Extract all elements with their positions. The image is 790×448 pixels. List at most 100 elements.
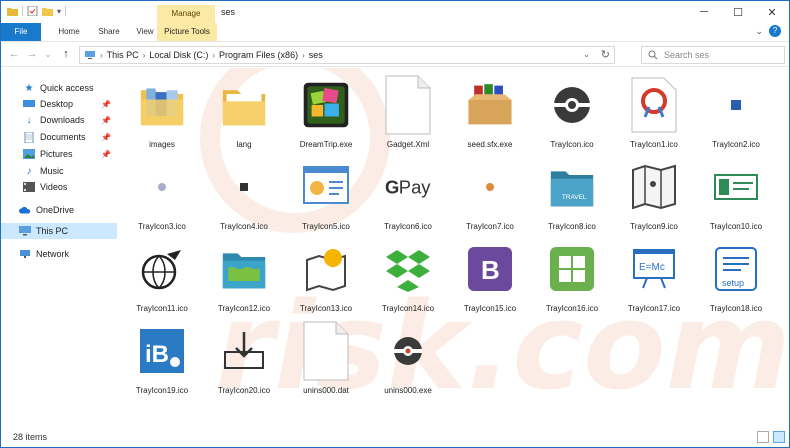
svg-text:E=Mc: E=Mc	[639, 262, 665, 273]
file-item[interactable]: TrayIcon7.ico	[449, 152, 531, 234]
pin-icon[interactable]: 📌	[101, 116, 111, 125]
minimize-button[interactable]: ─	[687, 1, 721, 23]
file-name: TrayIcon15.ico	[463, 304, 517, 313]
sidebar-item-quick-access[interactable]: ★ Quick access	[1, 80, 117, 96]
file-item[interactable]: TrayIcon16.ico	[531, 234, 613, 316]
file-name: TrayIcon19.ico	[135, 386, 189, 395]
computer-icon	[19, 226, 31, 237]
file-name: unins000.dat	[303, 386, 349, 395]
manage-tab[interactable]: Manage	[157, 5, 215, 23]
file-name: DreamTrip.exe	[299, 140, 353, 149]
file-item[interactable]: TRAVEL TrayIcon8.ico	[531, 152, 613, 234]
back-button[interactable]: ←	[7, 48, 21, 60]
file-item[interactable]: TrayIcon3.ico	[121, 152, 203, 234]
recent-locations-button[interactable]: ⌄	[41, 49, 55, 60]
ribbon-tabs: File Home Share View Picture Tools ⌄ ?	[1, 23, 789, 41]
breadcrumb-program-files[interactable]: Program Files (x86)	[219, 50, 298, 60]
refresh-button[interactable]: ↻	[601, 48, 610, 61]
pin-icon[interactable]: 📌	[101, 133, 111, 142]
tab-share[interactable]: Share	[89, 23, 129, 41]
tab-file[interactable]: File	[1, 23, 41, 41]
file-name: TrayIcon6.ico	[384, 222, 432, 231]
file-icon	[303, 156, 349, 218]
help-icon[interactable]: ?	[769, 25, 781, 37]
file-name: TrayIcon.ico	[550, 140, 594, 149]
file-name: Gadget.Xml	[386, 140, 430, 149]
sidebar-item-documents[interactable]: Documents 📌	[1, 129, 117, 145]
file-item[interactable]: TrayIcon1.ico	[613, 70, 695, 152]
file-item[interactable]: TrayIcon11.ico	[121, 234, 203, 316]
file-item[interactable]: TrayIcon5.ico	[285, 152, 367, 234]
file-name: TrayIcon5.ico	[302, 222, 350, 231]
breadcrumb-ses[interactable]: ses	[309, 50, 323, 60]
pin-icon[interactable]: 📌	[101, 100, 111, 109]
cloud-icon	[19, 205, 31, 216]
file-icon	[303, 238, 349, 300]
svg-text:Pay: Pay	[399, 176, 431, 197]
file-item[interactable]: TrayIcon9.ico	[613, 152, 695, 234]
file-name: TrayIcon4.ico	[220, 222, 268, 231]
sidebar-item-videos[interactable]: Videos	[1, 179, 117, 195]
sidebar-item-label: This PC	[36, 226, 69, 236]
file-item[interactable]: TrayIcon2.ico	[695, 70, 777, 152]
file-item[interactable]: TrayIcon12.ico	[203, 234, 285, 316]
file-item[interactable]: G Pay TrayIcon6.ico	[367, 152, 449, 234]
file-item[interactable]: B TrayIcon15.ico	[449, 234, 531, 316]
tab-home[interactable]: Home	[49, 23, 89, 41]
file-name: images	[149, 140, 175, 149]
customize-toolbar-icon[interactable]: ▾	[57, 7, 61, 16]
file-item[interactable]: TrayIcon14.ico	[367, 234, 449, 316]
close-button[interactable]: ✕	[755, 1, 789, 23]
large-icons-view-button[interactable]	[773, 431, 785, 443]
file-item[interactable]: iB TrayIcon19.ico	[121, 316, 203, 398]
file-item[interactable]: unins000.dat	[285, 316, 367, 398]
breadcrumb-this-pc[interactable]: This PC	[107, 50, 139, 60]
details-view-button[interactable]	[757, 431, 769, 443]
file-item[interactable]: setup TrayIcon18.ico	[695, 234, 777, 316]
sidebar-item-this-pc[interactable]: This PC	[1, 223, 117, 239]
toolbar-divider	[22, 6, 23, 16]
file-icon	[385, 74, 431, 136]
file-item[interactable]: TrayIcon.ico	[531, 70, 613, 152]
search-box[interactable]: Search ses	[641, 46, 785, 64]
file-item[interactable]: TrayIcon20.ico	[203, 316, 285, 398]
file-item[interactable]: DreamTrip.exe	[285, 70, 367, 152]
address-dropdown-icon[interactable]: ⌄	[583, 50, 590, 59]
sidebar-item-label: OneDrive	[36, 205, 75, 215]
pin-icon[interactable]: 📌	[101, 150, 111, 159]
sidebar-item-desktop[interactable]: Desktop 📌	[1, 96, 117, 112]
forward-button[interactable]: →	[25, 48, 39, 60]
file-icon	[713, 156, 759, 218]
file-item[interactable]: E=Mc TrayIcon17.ico	[613, 234, 695, 316]
sidebar-item-downloads[interactable]: ↓ Downloads 📌	[1, 112, 117, 128]
file-name: TrayIcon8.ico	[548, 222, 596, 231]
sidebar-item-network[interactable]: Network	[1, 246, 117, 262]
up-button[interactable]: ↑	[59, 48, 73, 60]
expand-ribbon-icon[interactable]: ⌄	[755, 26, 763, 37]
address-bar[interactable]: › This PC › Local Disk (C:) › Program Fi…	[79, 46, 615, 64]
breadcrumb-local-disk[interactable]: Local Disk (C:)	[149, 50, 208, 60]
file-item[interactable]: TrayIcon10.ico	[695, 152, 777, 234]
file-item[interactable]: lang	[203, 70, 285, 152]
sidebar-item-pictures[interactable]: Pictures 📌	[1, 146, 117, 162]
file-name: seed.sfx.exe	[467, 140, 513, 149]
file-item[interactable]: unins000.exe	[367, 316, 449, 398]
file-item[interactable]: images	[121, 70, 203, 152]
file-icon	[139, 238, 185, 300]
desktop-icon	[23, 99, 35, 110]
sidebar-item-onedrive[interactable]: OneDrive	[1, 202, 117, 218]
navigation-pane: ★ Quick access Desktop 📌 ↓ Downloads 📌 D…	[1, 68, 117, 428]
sidebar-item-music[interactable]: ♪ Music	[1, 163, 117, 179]
new-folder-icon[interactable]	[42, 6, 53, 16]
ribbon-right-controls: ⌄ ?	[755, 25, 781, 37]
tab-picture-tools[interactable]: Picture Tools	[157, 23, 217, 41]
file-item[interactable]: Gadget.Xml	[367, 70, 449, 152]
maximize-button[interactable]: ☐	[721, 1, 755, 23]
properties-icon[interactable]	[27, 6, 38, 16]
svg-text:setup: setup	[722, 278, 744, 288]
file-item[interactable]: seed.sfx.exe	[449, 70, 531, 152]
file-item[interactable]: TrayIcon13.ico	[285, 234, 367, 316]
file-icon: G Pay	[385, 156, 431, 218]
this-pc-icon	[85, 51, 95, 59]
file-item[interactable]: TrayIcon4.ico	[203, 152, 285, 234]
